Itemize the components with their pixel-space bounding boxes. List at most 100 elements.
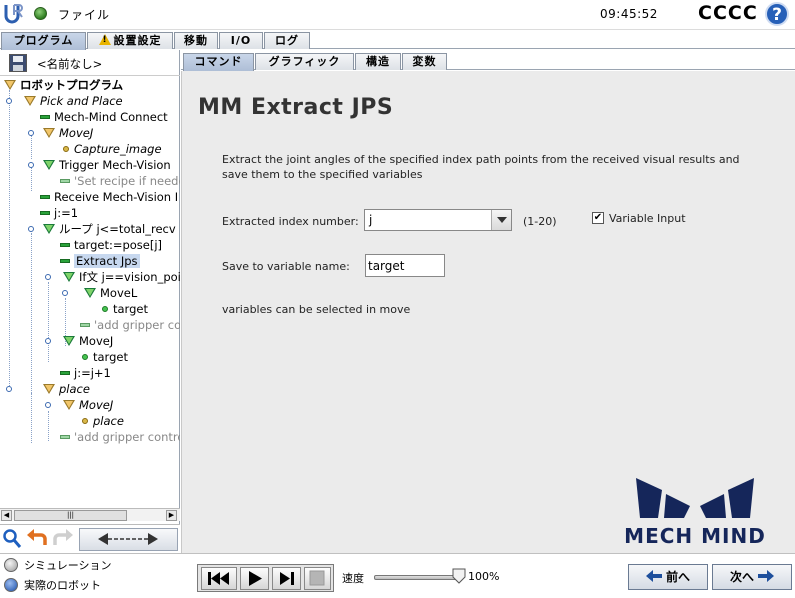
- tree-node-label-selected: Extract Jps: [74, 254, 140, 268]
- loop-icon: [43, 224, 55, 234]
- tree-node-place-waypoint[interactable]: place: [82, 413, 124, 429]
- variable-input-checkbox[interactable]: ✔: [592, 212, 604, 224]
- mode-real-robot[interactable]: 実際のロボット: [4, 578, 101, 594]
- command-icon: [60, 243, 70, 247]
- tree-expander[interactable]: [28, 226, 34, 232]
- folder-icon: [24, 96, 36, 106]
- mode-simulation[interactable]: シミュレーション: [4, 558, 112, 574]
- tree-node-target[interactable]: target: [102, 301, 148, 317]
- index-select[interactable]: j: [364, 209, 512, 231]
- mech-mind-logo: MECH MIND: [614, 478, 776, 548]
- search-icon: [3, 529, 22, 548]
- speed-slider-handle[interactable]: [452, 568, 466, 584]
- tree-node-movel[interactable]: MoveL: [84, 285, 137, 301]
- cut-paste-button[interactable]: [79, 528, 178, 551]
- comment-icon: [60, 435, 70, 439]
- index-select-value: j: [369, 213, 373, 227]
- tree-node-label: MoveJ: [79, 398, 114, 412]
- redo-button[interactable]: [51, 528, 75, 551]
- tree-node-receive-mech-vision[interactable]: Receive Mech-Vision I: [40, 189, 178, 205]
- file-menu[interactable]: ファイル: [58, 6, 110, 23]
- tree-expander[interactable]: [45, 274, 51, 280]
- tree-node-movej-2[interactable]: MoveJ: [63, 333, 113, 349]
- speed-slider[interactable]: [374, 575, 462, 580]
- save-variable-input[interactable]: [365, 254, 445, 277]
- stop-button[interactable]: [304, 567, 331, 590]
- tab-move[interactable]: 移動: [174, 32, 218, 49]
- tree-expander[interactable]: [62, 290, 68, 296]
- tab-log[interactable]: ログ: [264, 32, 310, 49]
- tree-node-trigger-mech-vision[interactable]: Trigger Mech-Vision: [43, 157, 171, 173]
- tab-command[interactable]: コマンド: [183, 53, 254, 71]
- robot-status-icon[interactable]: [34, 7, 47, 20]
- mech-mind-logo-icon: [636, 478, 754, 518]
- rewind-button[interactable]: [201, 567, 237, 590]
- tree-node-pick-and-place[interactable]: Pick and Place: [24, 93, 123, 109]
- scroll-left-icon[interactable]: ◀: [1, 510, 12, 521]
- tree-connector: [31, 233, 32, 393]
- tree-node-root[interactable]: ロボットプログラム: [4, 77, 123, 93]
- tree-node-target-2[interactable]: target: [82, 349, 128, 365]
- waypoint-icon: [82, 418, 88, 424]
- search-button[interactable]: [2, 528, 22, 551]
- tree-node-place[interactable]: place: [43, 381, 90, 397]
- undo-button[interactable]: [25, 528, 49, 551]
- program-tree[interactable]: ロボットプログラム Pick and Place Mech-Mind Conne…: [0, 77, 180, 507]
- bottom-bar: シミュレーション 実際のロボット 速度 100% 前へ 次へ: [0, 553, 795, 598]
- tree-expander[interactable]: [28, 162, 34, 168]
- tree-node-loop[interactable]: ループ j<=total_recv: [43, 221, 176, 237]
- tree-node-label: Mech-Mind Connect: [54, 110, 168, 124]
- program-node-icon: [4, 80, 16, 90]
- command-icon: [40, 195, 50, 199]
- tree-node-label: j:=j+1: [74, 366, 111, 380]
- tree-node-extract-jps[interactable]: Extract Jps: [60, 253, 140, 269]
- tab-program[interactable]: プログラム: [1, 32, 86, 50]
- tree-horizontal-scrollbar[interactable]: ◀ ||| ▶: [0, 508, 180, 521]
- tab-variables[interactable]: 変数: [402, 53, 447, 70]
- tree-node-movej-3[interactable]: MoveJ: [63, 397, 113, 413]
- tree-node-label: place: [59, 382, 90, 396]
- prev-button-label: 前へ: [665, 570, 690, 584]
- scrollbar-thumb[interactable]: |||: [14, 510, 127, 521]
- tree-node-if[interactable]: If文 j==vision_poi: [63, 269, 180, 285]
- tree-node-comment[interactable]: 'add gripper co: [80, 317, 180, 333]
- step-button[interactable]: [272, 567, 301, 590]
- tree-node-movej[interactable]: MoveJ: [43, 125, 93, 141]
- tab-io[interactable]: I/O: [219, 32, 263, 49]
- save-variable-label: Save to variable name:: [222, 260, 350, 273]
- tree-node-increment-j[interactable]: j:=j+1: [60, 365, 111, 381]
- tree-node-label: ロボットプログラム: [20, 78, 124, 92]
- tree-node-label: j:=1: [54, 206, 79, 220]
- tree-node-label: 'add gripper contro: [74, 430, 180, 444]
- tree-node-label: target:=pose[j]: [74, 238, 163, 252]
- chevron-down-icon[interactable]: [491, 210, 511, 230]
- waypoint-icon: [102, 306, 108, 312]
- mode-simulation-label: シミュレーション: [24, 559, 112, 572]
- tree-node-assign-target[interactable]: target:=pose[j]: [60, 237, 162, 253]
- if-icon: [63, 272, 75, 282]
- tree-connector: [9, 90, 10, 390]
- save-icon[interactable]: [9, 54, 27, 72]
- scroll-right-icon[interactable]: ▶: [166, 510, 177, 521]
- next-button-label: 次へ: [729, 570, 754, 584]
- tree-node-comment[interactable]: 'Set recipe if neede: [60, 173, 180, 189]
- redo-icon: [53, 529, 73, 545]
- tree-node-label: Receive Mech-Vision I: [54, 190, 179, 204]
- tree-node-mech-mind-connect[interactable]: Mech-Mind Connect: [40, 109, 168, 125]
- tree-expander[interactable]: [45, 402, 51, 408]
- tab-graphics[interactable]: グラフィック: [255, 53, 354, 70]
- warning-icon: [98, 34, 111, 45]
- prev-button[interactable]: 前へ: [628, 564, 708, 590]
- tree-node-assign-j[interactable]: j:=1: [40, 205, 78, 221]
- tree-node-capture-image[interactable]: Capture_image: [63, 141, 162, 157]
- tab-structure[interactable]: 構造: [355, 53, 401, 70]
- help-icon[interactable]: ?: [765, 2, 789, 26]
- tree-expander[interactable]: [6, 98, 12, 104]
- tab-installation[interactable]: 設置設定: [87, 32, 173, 49]
- tree-expander[interactable]: [45, 338, 51, 344]
- tree-expander[interactable]: [28, 130, 34, 136]
- play-button[interactable]: [240, 567, 269, 590]
- tree-expander[interactable]: [6, 386, 12, 392]
- tree-node-comment[interactable]: 'add gripper contro: [60, 429, 180, 445]
- next-button[interactable]: 次へ: [712, 564, 792, 590]
